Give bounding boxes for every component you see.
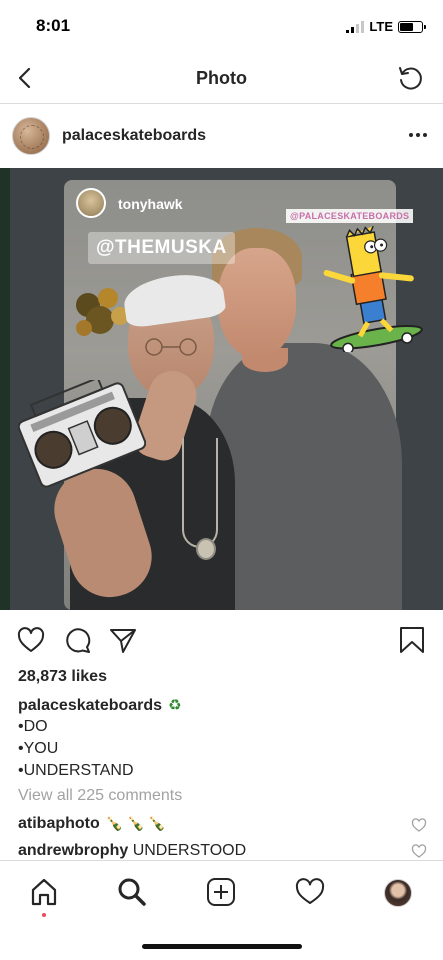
comment-row: atibaphoto 🍾 🍾 🍾	[18, 815, 408, 833]
status-bar: 8:01 LTE	[0, 0, 443, 54]
recycle-icon: ♻	[168, 697, 182, 714]
comment-like-icon[interactable]	[411, 843, 427, 859]
photo-edge	[0, 168, 10, 610]
caption-username[interactable]: palaceskateboards	[18, 697, 162, 714]
likes-count[interactable]: 28,873 likes	[18, 668, 107, 686]
notification-dot	[42, 913, 46, 917]
person-right-body	[206, 343, 402, 610]
story-username: tonyhawk	[118, 196, 183, 212]
signal-icon	[346, 20, 365, 33]
post-actions	[0, 612, 443, 668]
comment-username[interactable]: atibaphoto	[18, 815, 100, 832]
status-time: 8:01	[36, 16, 71, 35]
status-indicators: LTE	[346, 19, 426, 34]
caption-line: •DO	[18, 718, 48, 735]
caption-header: palaceskateboards ♻	[18, 696, 182, 715]
post-header: palaceskateboards	[0, 105, 443, 167]
boombox-sticker	[18, 380, 146, 488]
refresh-icon[interactable]	[395, 63, 425, 93]
post-username[interactable]: palaceskateboards	[62, 127, 206, 145]
heart-icon[interactable]	[16, 625, 46, 655]
search-icon[interactable]	[116, 876, 148, 908]
story-avatar	[76, 188, 106, 218]
avatar[interactable]	[12, 117, 50, 155]
caption-line: •YOU	[18, 740, 59, 757]
share-icon[interactable]	[108, 625, 138, 655]
battery-icon	[398, 20, 426, 33]
glasses	[145, 338, 197, 356]
comment-row: andrewbrophy UNDERSTOOD	[18, 842, 408, 860]
home-icon[interactable]	[28, 876, 60, 908]
comment-text: 🍾 🍾 🍾	[105, 815, 166, 831]
add-icon[interactable]	[205, 876, 237, 908]
mention-sticker: @THEMUSKA	[88, 232, 235, 264]
comment-icon[interactable]	[62, 625, 92, 655]
bookmark-icon[interactable]	[397, 625, 427, 655]
person-right-head	[218, 248, 296, 358]
post-photo[interactable]: tonyhawk @THEMUSKA @PALACESKATEBOARDS	[0, 168, 443, 610]
network-label: LTE	[369, 19, 393, 34]
nav-bar: Photo	[0, 54, 443, 104]
caption-line: •UNDERSTAND	[18, 762, 134, 779]
bart-sticker	[323, 226, 423, 352]
view-all-comments-link[interactable]: View all 225 comments	[18, 787, 182, 805]
profile-icon[interactable]	[384, 879, 412, 907]
comment-text: UNDERSTOOD	[132, 842, 247, 859]
page-title: Photo	[196, 68, 247, 88]
tag-sticker: @PALACESKATEBOARDS	[286, 209, 414, 223]
more-icon[interactable]	[409, 133, 427, 137]
comment-like-icon[interactable]	[411, 817, 427, 833]
home-indicator	[142, 944, 302, 949]
comment-username[interactable]: andrewbrophy	[18, 842, 128, 859]
activity-icon[interactable]	[294, 876, 326, 908]
